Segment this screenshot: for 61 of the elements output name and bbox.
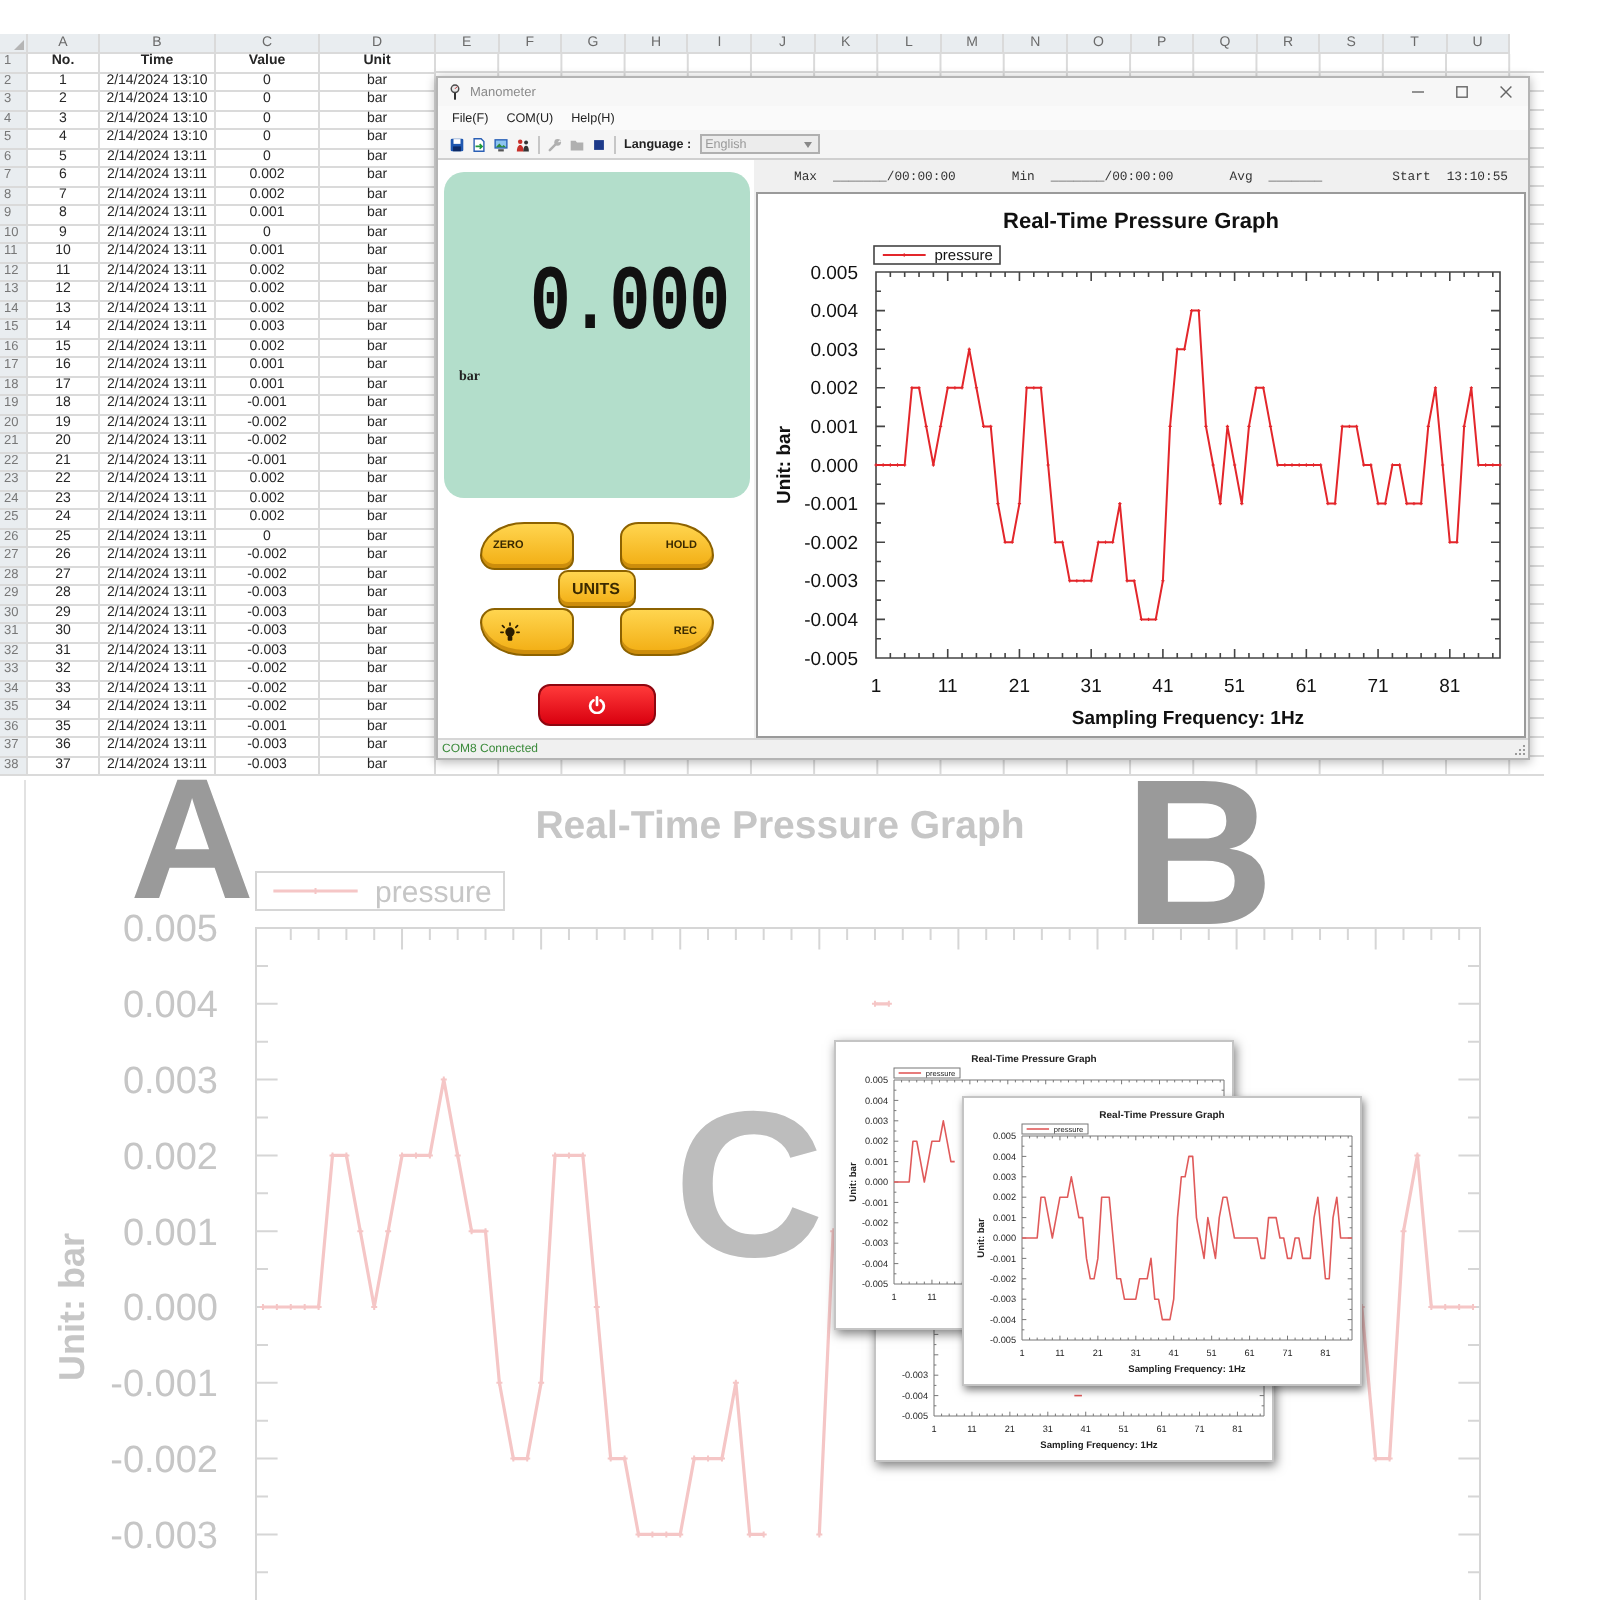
y-tick-label: 0.004 <box>122 985 218 1028</box>
close-icon[interactable] <box>1500 86 1512 98</box>
y-tick-label: -0.005 <box>804 648 858 671</box>
monitor-icon[interactable] <box>494 137 508 151</box>
gauge-icon <box>450 84 460 100</box>
units-button[interactable]: UNITS <box>557 570 635 608</box>
y-tick-label: 0.000 <box>810 455 858 478</box>
y-tick-label: -0.001 <box>804 494 858 517</box>
legend-line-icon <box>897 1072 922 1074</box>
x-axis-label: Sampling Frequency: 1Hz <box>1071 708 1305 730</box>
y-tick-label: -0.001 <box>110 1364 218 1407</box>
chart-title: Real-Time Pressure Graph <box>1003 210 1279 234</box>
panel-label: C <box>674 1110 825 1264</box>
x-tick-label: 81 <box>1439 676 1461 698</box>
legend-line-icon <box>1025 1128 1050 1130</box>
y-tick-label: -0.004 <box>804 610 858 633</box>
caret-icon <box>803 141 812 147</box>
panel-label: B <box>1124 778 1275 932</box>
triangle-icon <box>14 40 24 50</box>
x-tick-label: 1 <box>870 676 882 698</box>
power-button[interactable] <box>537 684 655 726</box>
legend-label: pressure <box>375 876 492 911</box>
y-tick-label: -0.002 <box>110 1439 218 1482</box>
y-tick-label: 0.001 <box>122 1212 218 1255</box>
document-icon[interactable] <box>472 137 486 151</box>
legend-line-icon <box>881 253 927 257</box>
chart-title: Real-Time Pressure Graph <box>535 804 1025 848</box>
maximize-icon[interactable] <box>1456 86 1468 98</box>
y-tick-label: 0.000 <box>122 1288 218 1331</box>
y-tick-label: 0.005 <box>810 262 858 285</box>
x-tick-label: 21 <box>1008 676 1031 698</box>
y-tick-label: 0.005 <box>122 909 218 952</box>
y-tick-label: 0.004 <box>810 301 858 324</box>
y-axis-label: Unit: bar <box>52 1233 92 1381</box>
y-tick-label: 0.003 <box>810 339 858 362</box>
stop-icon[interactable] <box>592 137 606 151</box>
people-icon[interactable] <box>516 137 530 151</box>
x-tick-label: 31 <box>1080 676 1102 698</box>
y-tick-label: -0.002 <box>804 532 858 555</box>
bulb-icon <box>499 622 519 642</box>
x-tick-label: 51 <box>1224 676 1246 698</box>
y-tick-label: 0.001 <box>810 417 858 440</box>
power-icon <box>587 696 605 714</box>
x-tick-label: 41 <box>1152 676 1174 698</box>
minimize-icon[interactable] <box>1412 86 1424 98</box>
y-tick-label: 0.002 <box>122 1136 218 1179</box>
y-tick-label: -0.003 <box>110 1515 218 1558</box>
save-icon[interactable] <box>450 137 464 151</box>
reading-value: 0.000 <box>529 260 729 352</box>
light-button[interactable] <box>479 608 573 656</box>
y-tick-label: -0.003 <box>804 571 858 594</box>
legend-line-icon <box>273 888 358 894</box>
y-tick-label: 0.002 <box>810 378 858 401</box>
legend-box <box>873 245 1001 265</box>
legend-box <box>1021 1123 1089 1135</box>
x-tick-label: 61 <box>1295 676 1317 698</box>
panel-label: A <box>130 778 255 906</box>
x-tick-label: 11 <box>937 676 958 698</box>
y-axis-label: Unit: bar <box>774 425 796 505</box>
x-tick-label: 71 <box>1367 676 1389 698</box>
y-tick-label: 0.003 <box>122 1060 218 1103</box>
